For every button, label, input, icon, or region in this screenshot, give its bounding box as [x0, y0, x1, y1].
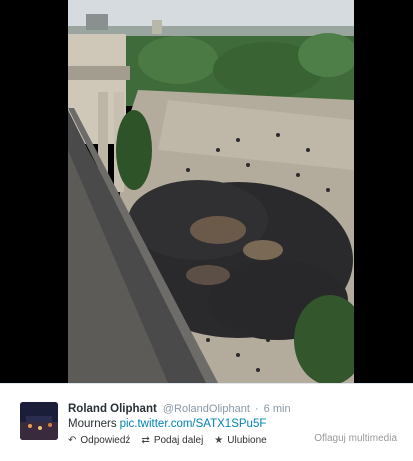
avatar-image	[20, 402, 58, 440]
tweet-header: Roland Oliphant @RolandOliphant · 6 min	[68, 402, 291, 416]
favorite-label: Ulubione	[227, 435, 267, 446]
star-icon: ★	[214, 435, 224, 446]
tweet-timestamp[interactable]: 6 min	[264, 403, 291, 415]
avatar[interactable]	[20, 402, 58, 440]
media-viewer	[0, 0, 413, 383]
retweet-button[interactable]: ⇄ Podaj dalej	[141, 435, 203, 447]
tweet-text: Mourners pic.twitter.com/SATX1SPu5F	[68, 417, 266, 431]
favorite-button[interactable]: ★ Ulubione	[214, 435, 266, 447]
tweet-actions: ↶ Odpowiedź ⇄ Podaj dalej ★ Ulubione	[68, 435, 278, 447]
author-handle[interactable]: @RolandOliphant	[163, 403, 250, 415]
tweet-body-text: Mourners	[68, 418, 117, 430]
reply-arrow-icon: ↶	[68, 435, 77, 446]
crowd-photo-image	[68, 0, 354, 383]
flag-media-link[interactable]: Oflaguj multimedia	[314, 433, 397, 444]
header-separator: ·	[254, 403, 259, 415]
author-name[interactable]: Roland Oliphant	[68, 403, 157, 415]
reply-button[interactable]: ↶ Odpowiedź	[68, 435, 130, 447]
tweet-media-link[interactable]: pic.twitter.com/SATX1SPu5F	[120, 418, 267, 430]
tweet-photo[interactable]	[68, 0, 354, 383]
retweet-label: Podaj dalej	[153, 435, 204, 446]
tweet-card: Roland Oliphant @RolandOliphant · 6 min …	[0, 383, 413, 461]
retweet-icon: ⇄	[141, 435, 150, 446]
reply-label: Odpowiedź	[80, 435, 131, 446]
